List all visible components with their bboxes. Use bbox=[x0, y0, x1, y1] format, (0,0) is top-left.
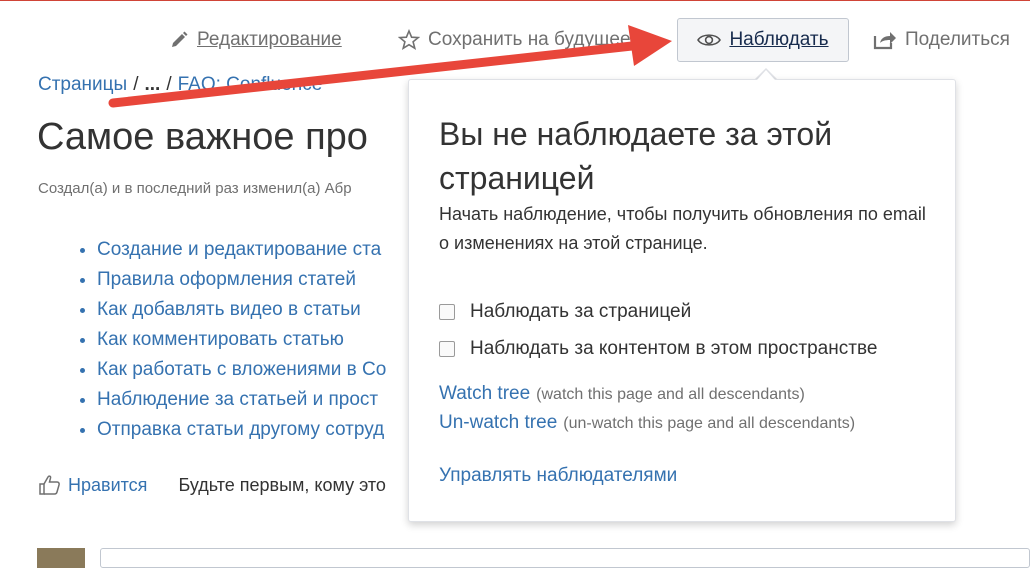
top-border bbox=[0, 0, 1030, 1]
toc-link[interactable]: Отправка статьи другому сотруд bbox=[97, 419, 384, 440]
thumbs-up-icon bbox=[39, 475, 60, 495]
watch-page-checkbox[interactable] bbox=[439, 304, 455, 320]
eye-icon bbox=[697, 34, 722, 46]
edit-label: Редактирование bbox=[197, 29, 342, 50]
popup-description: Начать наблюдение, чтобы получить обновл… bbox=[439, 204, 926, 253]
watch-space-label: Наблюдать за контентом в этом пространст… bbox=[470, 338, 878, 359]
manage-watchers-link[interactable]: Управлять наблюдателями bbox=[439, 465, 677, 487]
breadcrumb-ellipsis[interactable]: ... bbox=[144, 74, 160, 95]
toc-link[interactable]: Наблюдение за статьей и прост bbox=[97, 389, 378, 410]
watch-popup: Вы не наблюдаете за этой страницей Начат… bbox=[408, 79, 956, 522]
breadcrumb-separator: / bbox=[166, 74, 172, 95]
page-title: Самое важное про bbox=[37, 116, 368, 158]
watch-tree-hint: (watch this page and all descendants) bbox=[536, 386, 805, 403]
toc-link[interactable]: Как добавлять видео в статьи bbox=[97, 299, 361, 320]
toc-link[interactable]: Как работать с вложениями в Co bbox=[97, 359, 386, 380]
share-label: Поделиться bbox=[905, 29, 1010, 50]
unwatch-tree-link[interactable]: Un-watch tree bbox=[439, 412, 557, 433]
page-byline: Создал(а) и в последний раз изменил(а) А… bbox=[38, 180, 352, 197]
edit-button[interactable]: Редактирование bbox=[169, 18, 342, 62]
unwatch-tree-hint: (un-watch this page and all descendants) bbox=[563, 415, 856, 432]
watch-space-option[interactable]: Наблюдать за контентом в этом пространст… bbox=[439, 338, 877, 360]
pencil-icon bbox=[172, 31, 188, 47]
save-for-later-button[interactable]: Сохранить на будущее bbox=[398, 18, 631, 62]
page-toolbar: Редактирование Сохранить на будущее Набл… bbox=[0, 18, 1030, 64]
watch-tree-link[interactable]: Watch tree bbox=[439, 383, 530, 404]
list-item: Наблюдение за статьей и прост bbox=[97, 385, 386, 415]
breadcrumb-pages[interactable]: Страницы bbox=[38, 74, 127, 95]
popup-title: Вы не наблюдаете за этой страницей bbox=[439, 116, 833, 196]
share-icon bbox=[873, 32, 896, 50]
breadcrumb-parent[interactable]: FAQ: Confluence bbox=[178, 74, 323, 95]
list-item: Создание и редактирование ста bbox=[97, 235, 386, 265]
breadcrumb-separator: / bbox=[133, 74, 139, 95]
comment-input[interactable] bbox=[100, 548, 1030, 568]
watch-space-checkbox[interactable] bbox=[439, 341, 455, 357]
likes-text: Будьте первым, кому это bbox=[178, 474, 386, 495]
popup-pointer-inner bbox=[757, 70, 775, 80]
avatar bbox=[37, 548, 85, 568]
like-label: Нравится bbox=[68, 474, 148, 495]
unwatch-tree-row: Un-watch tree (un-watch this page and all… bbox=[439, 412, 855, 434]
like-row: Нравится Будьте первым, кому это bbox=[38, 474, 386, 496]
breadcrumb: Страницы /... / FAQ: Confluence bbox=[38, 74, 322, 96]
list-item: Как добавлять видео в статьи bbox=[97, 295, 386, 325]
toc-link[interactable]: Как комментировать статью bbox=[97, 329, 344, 350]
list-item: Как комментировать статью bbox=[97, 325, 386, 355]
toc-link[interactable]: Создание и редактирование ста bbox=[97, 239, 381, 260]
like-button[interactable]: Нравится bbox=[38, 474, 147, 496]
watch-label: Наблюдать bbox=[729, 29, 829, 50]
save-for-later-label: Сохранить на будущее bbox=[428, 29, 631, 50]
watch-page-label: Наблюдать за страницей bbox=[470, 301, 692, 322]
watch-button[interactable]: Наблюдать bbox=[677, 18, 849, 62]
toc-link[interactable]: Правила оформления статей bbox=[97, 269, 356, 290]
list-item: Как работать с вложениями в Co bbox=[97, 355, 386, 385]
watch-page-option[interactable]: Наблюдать за страницей bbox=[439, 301, 691, 323]
watch-tree-row: Watch tree (watch this page and all desce… bbox=[439, 383, 805, 405]
list-item: Отправка статьи другому сотруд bbox=[97, 415, 386, 445]
share-button[interactable]: Поделиться bbox=[873, 18, 1010, 62]
toc-list: Создание и редактирование ста Правила оф… bbox=[74, 235, 386, 445]
list-item: Правила оформления статей bbox=[97, 265, 386, 295]
star-icon bbox=[398, 29, 420, 51]
